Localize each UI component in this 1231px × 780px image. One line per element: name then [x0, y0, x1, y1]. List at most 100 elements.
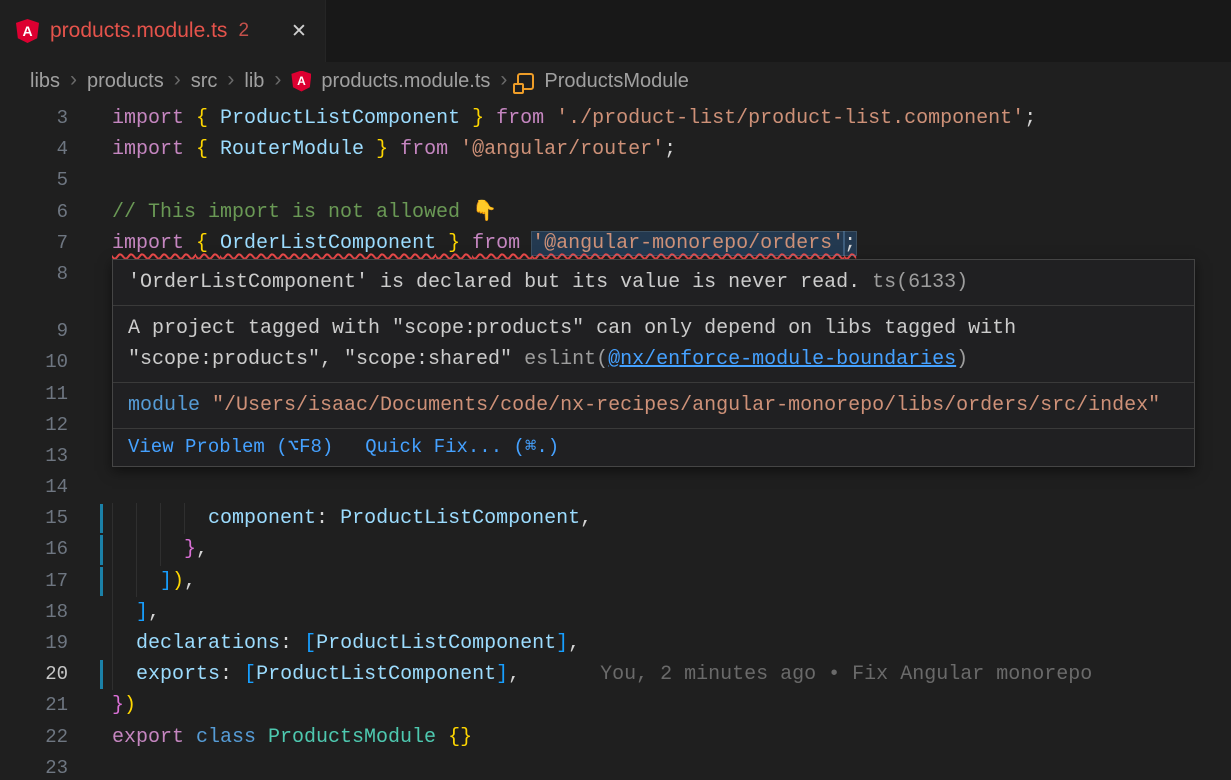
code-token: { — [196, 107, 220, 130]
chevron-right-icon: › — [227, 69, 234, 93]
code-content — [112, 165, 1231, 196]
code-token: ] — [496, 663, 508, 686]
code-content: exports: [ProductListComponent],You, 2 m… — [112, 659, 1231, 690]
code-token: : — [316, 507, 340, 530]
code-line[interactable]: 22export class ProductsModule {} — [0, 722, 1231, 753]
indent-guide — [112, 503, 113, 534]
code-line[interactable]: 21}) — [0, 690, 1231, 721]
code-content: }, — [112, 534, 1231, 565]
breadcrumb-item-symbol[interactable]: ProductsModule — [544, 70, 689, 93]
gutter-space — [68, 472, 112, 503]
code-token: ProductsModule — [268, 726, 448, 749]
tab-bar: products.module.ts 2 ✕ — [0, 0, 1231, 62]
code-line[interactable]: 17 ]), — [0, 566, 1231, 597]
code-line[interactable]: 16 }, — [0, 534, 1231, 565]
code-token: ; — [1024, 107, 1036, 130]
line-number[interactable]: 8 — [0, 259, 68, 290]
code-token — [112, 663, 136, 686]
line-number[interactable]: 15 — [0, 503, 68, 534]
code-line[interactable]: 23 — [0, 753, 1231, 780]
code-token: , — [580, 507, 592, 530]
gutter-space — [68, 103, 112, 134]
breadcrumb-item-libs[interactable]: libs — [30, 70, 60, 93]
code-token: class — [196, 726, 268, 749]
close-tab-icon[interactable]: ✕ — [285, 17, 313, 45]
code-line[interactable]: 18 ], — [0, 597, 1231, 628]
editor[interactable]: 3import { ProductListComponent } from '.… — [0, 100, 1231, 780]
code-token: {} — [448, 726, 472, 749]
code-line[interactable]: 3import { ProductListComponent } from '.… — [0, 103, 1231, 134]
code-line[interactable]: 7 import { OrderListComponent } from '@an… — [0, 228, 1231, 259]
git-blame-annotation: You, 2 minutes ago • Fix Angular monorep… — [600, 663, 1092, 686]
line-number[interactable]: 6 — [0, 197, 68, 228]
line-number[interactable]: 16 — [0, 534, 68, 565]
tab-products-module[interactable]: products.module.ts 2 ✕ — [0, 0, 326, 62]
line-number[interactable]: 12 — [0, 410, 68, 441]
code-token: OrderListComponent — [220, 232, 436, 255]
breadcrumb-item-src[interactable]: src — [191, 70, 218, 93]
line-number[interactable]: 17 — [0, 566, 68, 597]
line-number[interactable]: 3 — [0, 103, 68, 134]
indent-guide — [136, 503, 137, 534]
code-content: }) — [112, 690, 1231, 721]
indent-guide — [160, 534, 161, 565]
chevron-right-icon: › — [500, 69, 507, 93]
code-token: , — [196, 538, 208, 561]
code-token: exports — [136, 663, 220, 686]
code-line[interactable]: 6// This import is not allowed 👇 — [0, 197, 1231, 228]
indent-guide — [160, 503, 161, 534]
line-number[interactable]: 21 — [0, 690, 68, 721]
code-line[interactable]: 19 declarations: [ProductListComponent], — [0, 628, 1231, 659]
gutter-space — [68, 134, 112, 165]
chevron-right-icon: › — [70, 69, 77, 93]
code-content: import { RouterModule } from '@angular/r… — [112, 134, 1231, 165]
gutter-space — [68, 228, 112, 259]
code-line[interactable]: 14 — [0, 472, 1231, 503]
quick-fix-action[interactable]: Quick Fix... (⌘.) — [365, 433, 559, 462]
code-token — [112, 538, 184, 561]
code-line[interactable]: 4 import { RouterModule } from '@angular/… — [0, 134, 1231, 165]
breadcrumb-item-products[interactable]: products — [87, 70, 164, 93]
line-number[interactable]: 5 — [0, 165, 68, 196]
git-modified-marker — [68, 659, 112, 690]
angular-file-icon — [16, 19, 39, 43]
code-token: } — [436, 232, 472, 255]
code-line[interactable]: 15 component: ProductListComponent, — [0, 503, 1231, 534]
code-line[interactable]: 20 exports: [ProductListComponent],You, … — [0, 659, 1231, 690]
breadcrumb: libs › products › src › lib › products.m… — [0, 62, 1231, 100]
line-number[interactable]: 18 — [0, 597, 68, 628]
angular-file-icon — [291, 71, 311, 92]
line-number[interactable]: 20 — [0, 659, 68, 690]
gutter-space — [68, 597, 112, 628]
chevron-right-icon: › — [174, 69, 181, 93]
line-number[interactable]: 19 — [0, 628, 68, 659]
code-line[interactable]: 5 — [0, 165, 1231, 196]
line-number[interactable]: 7 — [0, 228, 68, 259]
line-number[interactable]: 10 — [0, 347, 68, 378]
code-token: ] — [556, 632, 568, 655]
line-number[interactable]: 4 — [0, 134, 68, 165]
module-keyword: module — [128, 394, 200, 417]
view-problem-action[interactable]: View Problem (⌥F8) — [128, 433, 333, 462]
code-content: import { OrderListComponent } from '@ang… — [112, 228, 1231, 259]
code-token: { — [196, 232, 220, 255]
indent-guide — [112, 566, 113, 597]
line-number[interactable]: 14 — [0, 472, 68, 503]
ts-error-text: 'OrderListComponent' is declared but its… — [128, 271, 860, 294]
vscode-window: products.module.ts 2 ✕ libs › products ›… — [0, 0, 1231, 780]
code-token: ; — [664, 138, 676, 161]
line-number[interactable]: 11 — [0, 379, 68, 410]
gutter-space — [68, 628, 112, 659]
breadcrumb-item-file[interactable]: products.module.ts — [321, 70, 490, 93]
line-number[interactable]: 22 — [0, 722, 68, 753]
eslint-rule-link[interactable]: @nx/enforce-module-boundaries — [608, 348, 956, 371]
code-content: ]), — [112, 566, 1231, 597]
code-token: ProductListComponent — [316, 632, 556, 655]
line-number[interactable]: 9 — [0, 316, 68, 347]
breadcrumb-item-lib[interactable]: lib — [244, 70, 264, 93]
code-token: import — [112, 107, 196, 130]
line-number[interactable]: 13 — [0, 441, 68, 472]
gutter-space — [68, 197, 112, 228]
tab-problems-badge: 2 — [238, 20, 249, 42]
line-number[interactable]: 23 — [0, 753, 68, 780]
